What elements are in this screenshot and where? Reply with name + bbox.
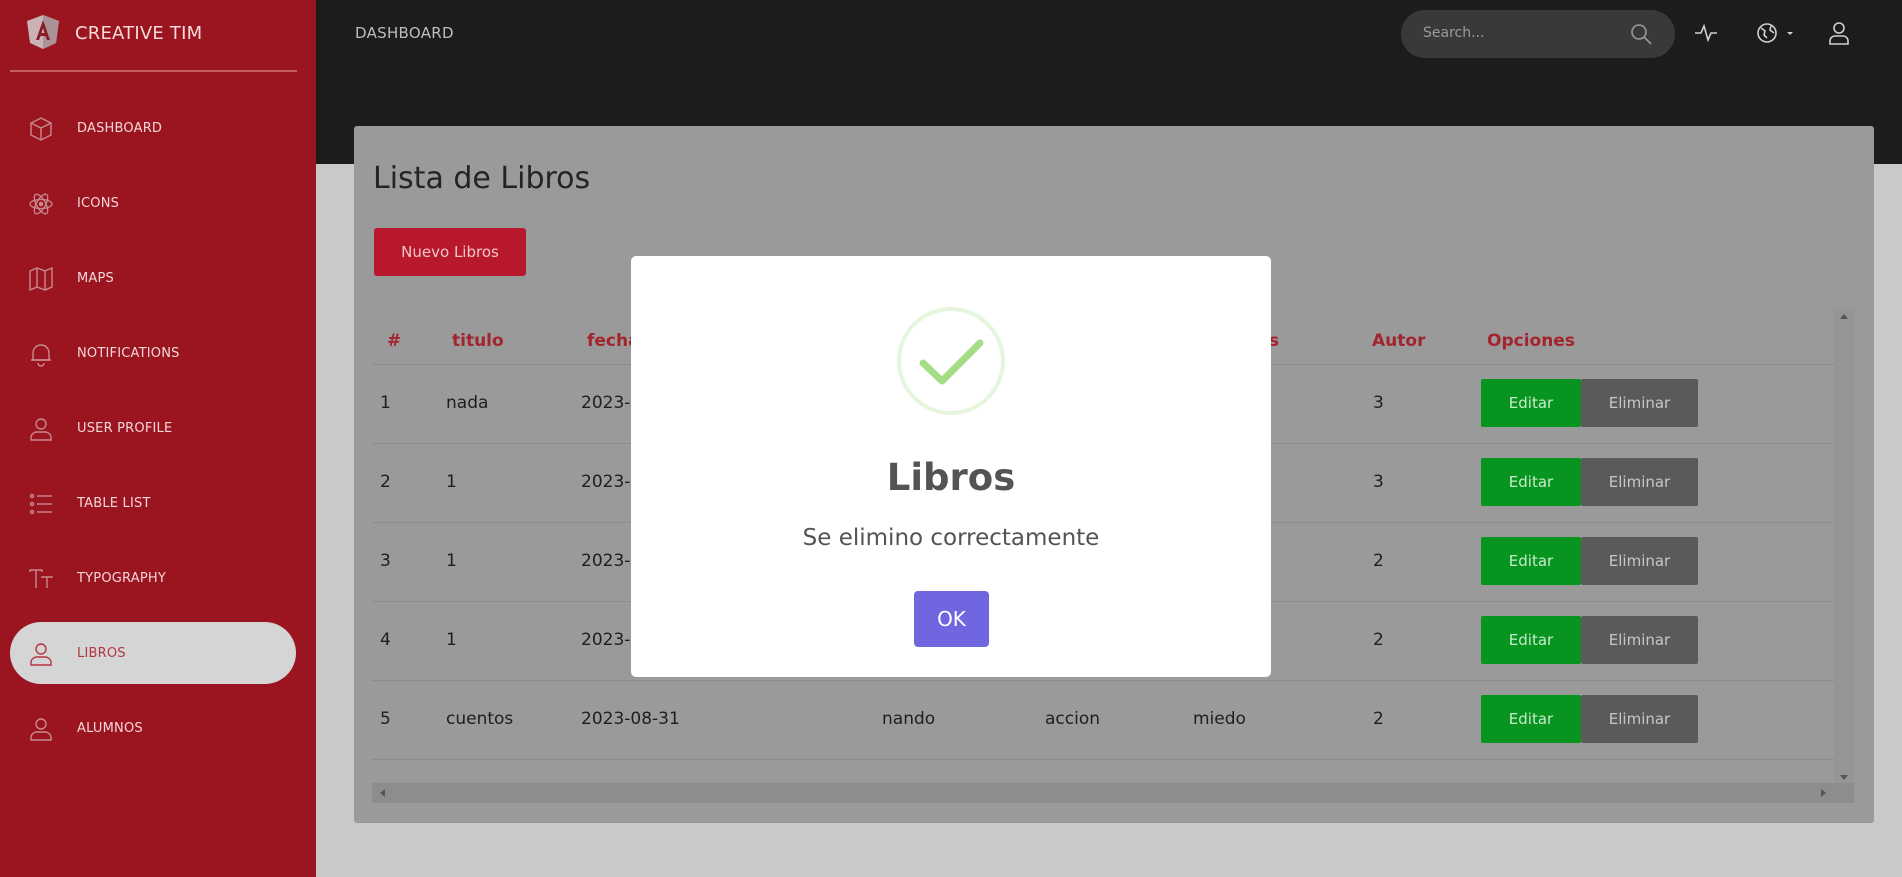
alert-dialog: Libros Se elimino correctamente OK	[631, 256, 1271, 677]
modal-title: Libros	[886, 456, 1016, 499]
modal-overlay: Libros Se elimino correctamente OK	[0, 0, 1902, 877]
modal-message: Se elimino correctamente	[802, 525, 1100, 551]
check-icon	[897, 307, 1005, 415]
ok-button[interactable]: OK	[914, 591, 989, 647]
